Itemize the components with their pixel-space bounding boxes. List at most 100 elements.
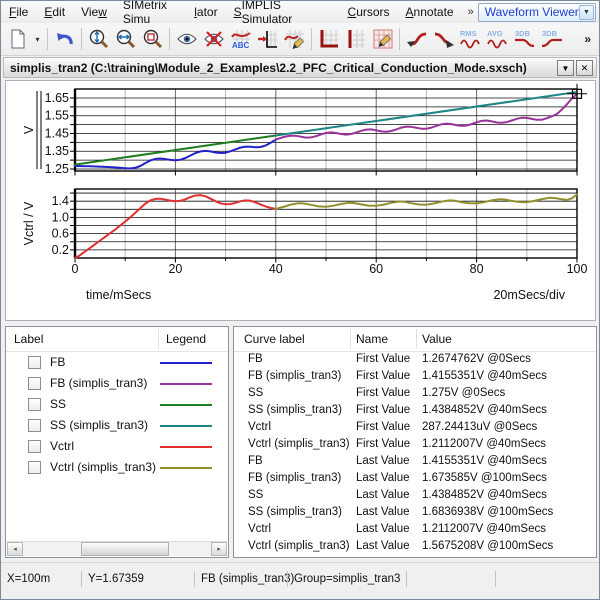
menu-item-file[interactable]: File bbox=[1, 1, 36, 23]
chevron-down-icon[interactable]: ▼ bbox=[579, 5, 594, 20]
avg-button[interactable]: AVG bbox=[484, 26, 511, 52]
value-curve-label: FB bbox=[248, 455, 263, 467]
close-button[interactable]: ✕ bbox=[576, 60, 593, 76]
menu-item-cursors[interactable]: Cursors bbox=[340, 1, 398, 23]
curve-value-row[interactable]: SSFirst Value1.275V @0Secs bbox=[234, 386, 596, 403]
rms-button[interactable]: RMS bbox=[457, 26, 484, 52]
curve-value-row[interactable]: FBLast Value1.4155351V @40mSecs bbox=[234, 454, 596, 471]
legend-row[interactable]: SS bbox=[6, 394, 228, 415]
db3-lowpass-button[interactable]: 3DB bbox=[511, 26, 538, 52]
scroll-right-arrow-icon[interactable]: ▸ bbox=[211, 542, 227, 556]
curve-label-button[interactable]: ABC bbox=[227, 26, 254, 52]
curve-rise-button[interactable] bbox=[403, 26, 430, 52]
menu-item-annotate[interactable]: Annotate bbox=[398, 1, 462, 23]
zoom-x-button[interactable] bbox=[112, 26, 139, 52]
y-axis-label[interactable]: V bbox=[22, 125, 36, 134]
menu-item-simetrix-simulator[interactable]: SIMetrix Simulator bbox=[115, 1, 226, 23]
graph-title-bar[interactable]: simplis_tran2 (C:\training\Module_2_Exam… bbox=[3, 57, 597, 78]
edit-curve-button[interactable] bbox=[281, 26, 308, 52]
curve-value-row[interactable]: FB (simplis_tran3)Last Value1.673585V @1… bbox=[234, 471, 596, 488]
curve-checkbox[interactable] bbox=[28, 461, 41, 474]
column-divider[interactable] bbox=[158, 329, 159, 349]
svg-text:3DB: 3DB bbox=[542, 29, 558, 38]
curve-checkbox[interactable] bbox=[28, 377, 41, 390]
legend-rows: FBFB (simplis_tran3) SS SS (simplis_tran3)… bbox=[6, 352, 228, 478]
value-name: First Value bbox=[356, 421, 410, 433]
edit-graph-button[interactable] bbox=[369, 26, 396, 52]
label-column-header: Label bbox=[14, 332, 43, 346]
curve-checkbox[interactable] bbox=[28, 398, 41, 411]
add-grid-button[interactable] bbox=[342, 26, 369, 52]
curve-label-icon: ABC bbox=[230, 28, 252, 50]
viewer-select[interactable]: Waveform Viewer ▼ bbox=[478, 3, 596, 22]
value-name: First Value bbox=[356, 438, 410, 450]
curve-color-sample bbox=[160, 467, 212, 469]
curve-label: SS bbox=[50, 397, 66, 411]
legend-row[interactable]: Vctrl bbox=[6, 436, 228, 457]
curve-checkbox[interactable] bbox=[28, 440, 41, 453]
new-graph-dropdown-button[interactable]: ▾ bbox=[31, 26, 44, 52]
new-graph-button[interactable] bbox=[4, 26, 31, 52]
curve-checkbox[interactable] bbox=[28, 419, 41, 432]
scroll-left-arrow-icon[interactable]: ◂ bbox=[7, 542, 23, 556]
hide-curve-button[interactable] bbox=[200, 26, 227, 52]
toolbar-separator bbox=[169, 28, 170, 50]
y-tick-label: 1.0 bbox=[52, 210, 69, 224]
curve-value-row[interactable]: VctrlLast Value1.2112007V @40mSecs bbox=[234, 522, 596, 539]
curve-value-row[interactable]: VctrlFirst Value287.24413uV @0Secs bbox=[234, 420, 596, 437]
value-name: Last Value bbox=[356, 489, 410, 501]
rms-icon: RMS bbox=[459, 28, 483, 50]
db3-lowpass-icon: 3DB bbox=[513, 28, 537, 50]
menu-item-simplis-simulator[interactable]: SIMPLIS Simulator bbox=[226, 1, 340, 23]
curve-value-row[interactable]: SS (simplis_tran3)First Value1.4384852V … bbox=[234, 403, 596, 420]
y-tick-label: 1.4 bbox=[52, 194, 69, 208]
menu-overflow-chevron[interactable]: » bbox=[464, 6, 478, 18]
curve-value-row[interactable]: Vctrl (simplis_tran3)Last Value1.5675208… bbox=[234, 539, 596, 556]
curve-value-row[interactable]: SSLast Value1.4384852V @40mSecs bbox=[234, 488, 596, 505]
graph-panel: 1.651.551.451.351.25V1.41.00.60.2Vctrl /… bbox=[5, 80, 596, 321]
column-divider[interactable] bbox=[350, 329, 351, 349]
x-tick-label: 0 bbox=[72, 262, 79, 276]
svg-text:ABC: ABC bbox=[232, 41, 250, 50]
curve-checkbox[interactable] bbox=[28, 356, 41, 369]
graph-canvas[interactable]: 1.651.551.451.351.25V1.41.00.60.2Vctrl /… bbox=[6, 81, 595, 320]
scrollbar-thumb[interactable] bbox=[81, 542, 169, 556]
tab-list-button[interactable]: ▼ bbox=[557, 60, 574, 76]
legend-row[interactable]: Vctrl (simplis_tran3) bbox=[6, 457, 228, 478]
zoom-box-button[interactable] bbox=[139, 26, 166, 52]
curve-value-row[interactable]: Vctrl (simplis_tran3)First Value1.211200… bbox=[234, 437, 596, 454]
db3-highpass-button[interactable]: 3DB bbox=[538, 26, 565, 52]
value-curve-label: SS bbox=[248, 387, 263, 399]
y-tick-label: 1.35 bbox=[45, 144, 69, 158]
legend-row[interactable]: FB bbox=[6, 352, 228, 373]
curve-value-row[interactable]: FB (simplis_tran3)First Value1.4155351V … bbox=[234, 369, 596, 386]
y-tick-label: 1.55 bbox=[45, 109, 69, 123]
undo-icon bbox=[54, 28, 76, 50]
db3-highpass-icon: 3DB bbox=[540, 28, 564, 50]
toolbar-overflow-chevron[interactable]: » bbox=[584, 32, 591, 46]
legend-row[interactable]: FB (simplis_tran3) bbox=[6, 373, 228, 394]
value-text: 1.4155351V @40mSecs bbox=[422, 455, 547, 467]
menu-item-edit[interactable]: Edit bbox=[36, 1, 73, 23]
show-curve-button[interactable] bbox=[173, 26, 200, 52]
undo-button[interactable] bbox=[51, 26, 78, 52]
value-text: 287.24413uV @0Secs bbox=[422, 421, 537, 433]
curve-value-row[interactable]: FBFirst Value1.2674762V @0Secs bbox=[234, 352, 596, 369]
add-axis-button[interactable] bbox=[315, 26, 342, 52]
menu-item-view[interactable]: View bbox=[73, 1, 115, 23]
zoom-y-button[interactable] bbox=[85, 26, 112, 52]
curve-value-row[interactable]: SS (simplis_tran3)Last Value1.6836938V @… bbox=[234, 505, 596, 522]
column-divider[interactable] bbox=[416, 329, 417, 349]
move-curve-icon bbox=[257, 28, 279, 50]
value-text: 1.6836938V @100mSecs bbox=[422, 506, 553, 518]
horizontal-scrollbar[interactable]: ◂ ▸ bbox=[7, 541, 227, 556]
move-curve-button[interactable] bbox=[254, 26, 281, 52]
status-cursor-y: Y=1.67359 bbox=[82, 569, 194, 589]
eye-icon bbox=[176, 28, 198, 50]
y-axis-label[interactable]: Vctrl / V bbox=[22, 201, 36, 245]
value-name: Last Value bbox=[356, 472, 410, 484]
curve-fall-button[interactable] bbox=[430, 26, 457, 52]
legend-row[interactable]: SS (simplis_tran3) bbox=[6, 415, 228, 436]
value-curve-label: FB bbox=[248, 353, 263, 365]
toolbar-separator bbox=[399, 28, 400, 50]
